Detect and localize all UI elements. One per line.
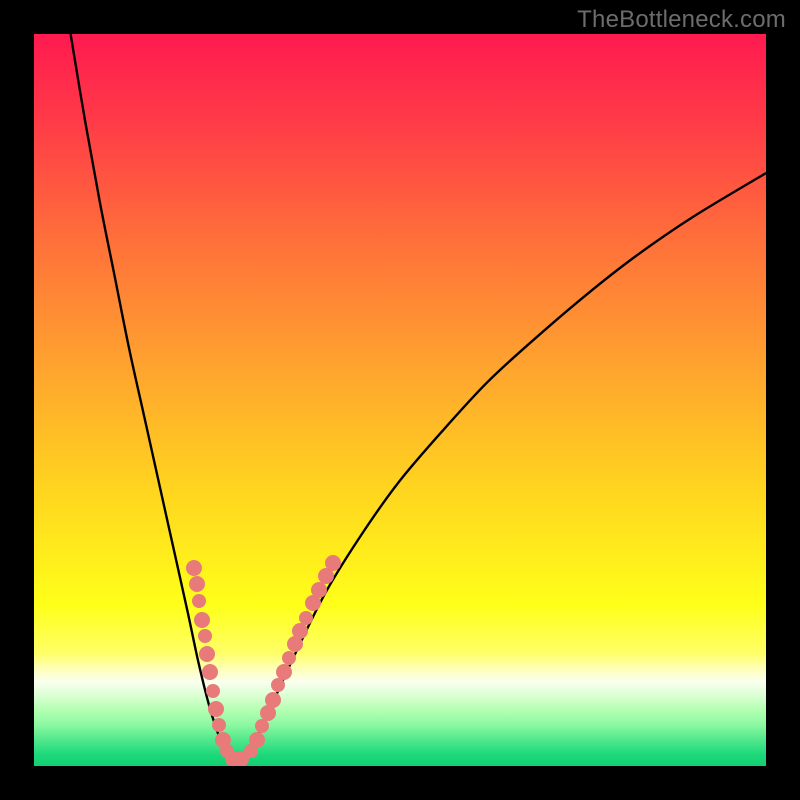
highlight-dot — [249, 732, 265, 748]
highlight-dot — [311, 582, 327, 598]
highlight-dot — [202, 664, 218, 680]
highlight-dot — [212, 718, 226, 732]
highlight-dot — [255, 719, 269, 733]
highlight-dot — [208, 701, 224, 717]
highlight-dot — [194, 612, 210, 628]
highlight-dot — [282, 651, 296, 665]
highlight-dot — [318, 568, 334, 584]
watermark-label: TheBottleneck.com — [577, 6, 786, 34]
highlight-dot — [198, 629, 212, 643]
highlight-dot — [325, 555, 341, 571]
highlight-dot — [186, 560, 202, 576]
highlight-dot — [189, 576, 205, 592]
highlight-dot — [265, 692, 281, 708]
highlight-dot — [192, 594, 206, 608]
highlight-dot — [206, 684, 220, 698]
highlight-dot — [292, 623, 308, 639]
highlight-dot — [299, 611, 313, 625]
chart-frame: TheBottleneck.com — [0, 0, 800, 800]
highlight-dot — [199, 646, 215, 662]
highlight-dot — [271, 678, 285, 692]
highlight-dot — [276, 664, 292, 680]
plot-area — [34, 34, 766, 766]
bottleneck-curve — [34, 34, 766, 766]
